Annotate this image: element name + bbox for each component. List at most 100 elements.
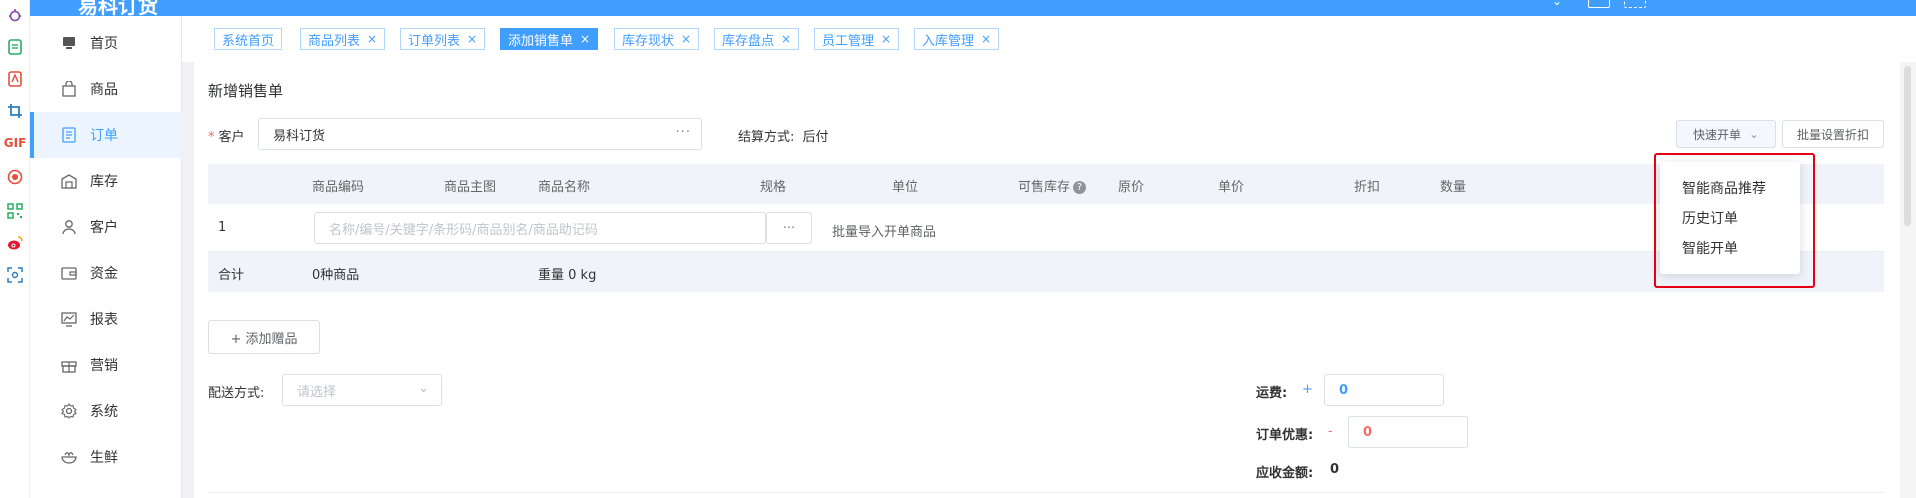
- settlement-value: 后付: [802, 130, 829, 145]
- sales-order-form: 新增销售单 * 客户 易科订货 ··· 结算方式: 后付 快速开单 ⌄ 批量设置折…: [194, 62, 1900, 498]
- sidebar-item-label: 报表: [90, 312, 118, 328]
- col-header: 商品编码: [312, 180, 365, 195]
- tab-stocktaking[interactable]: 库存盘点 ×: [714, 28, 800, 50]
- tab-order-list[interactable]: 订单列表 ×: [400, 28, 486, 50]
- close-icon[interactable]: ×: [681, 32, 691, 46]
- receivable-label: 应收金额:: [1256, 466, 1314, 481]
- delivery-select[interactable]: 请选择 ⌄: [282, 374, 442, 406]
- document-icon[interactable]: [6, 38, 24, 56]
- close-icon[interactable]: ×: [367, 32, 377, 46]
- warehouse-icon: [60, 172, 78, 190]
- dropdown-item-history-orders[interactable]: 历史订单: [1682, 208, 1738, 228]
- goods-search-placeholder: 名称/编号/关键字/条形码/商品别名/商品助记码: [329, 222, 598, 238]
- sidebar-item-funds[interactable]: 资金: [30, 250, 182, 296]
- dropdown-item-smart-order[interactable]: 智能开单: [1682, 238, 1738, 258]
- close-icon[interactable]: ×: [881, 32, 891, 46]
- delivery-placeholder: 请选择: [297, 384, 337, 400]
- tab-goods-list[interactable]: 商品列表 ×: [300, 28, 386, 50]
- sidebar-item-label: 首页: [90, 36, 118, 52]
- fullscreen-icon[interactable]: [1624, 0, 1646, 8]
- customer-label-text: 客户: [218, 130, 245, 145]
- summary-count: 0种商品: [312, 268, 360, 283]
- close-icon[interactable]: ×: [781, 32, 791, 46]
- row-index: 1: [218, 220, 227, 235]
- col-header: 单价: [1218, 180, 1245, 195]
- col-header: 数量: [1440, 180, 1467, 195]
- order-icon: [60, 126, 78, 144]
- vertical-scrollbar[interactable]: [1900, 62, 1916, 498]
- scrollbar-thumb[interactable]: [1904, 66, 1911, 226]
- window-icon[interactable]: [1588, 0, 1610, 8]
- dropdown-item-smart-recommend[interactable]: 智能商品推荐: [1682, 178, 1766, 198]
- tab-staff-management[interactable]: 员工管理 ×: [814, 28, 900, 50]
- page-title: 新增销售单: [208, 82, 284, 100]
- sidebar-item-home[interactable]: 首页: [30, 20, 182, 66]
- close-icon[interactable]: ×: [981, 32, 991, 46]
- tab-inbound-management[interactable]: 入库管理 ×: [914, 28, 1000, 50]
- help-icon[interactable]: ?: [1073, 181, 1087, 194]
- more-icon[interactable]: ···: [676, 125, 691, 140]
- sidebar-item-customers[interactable]: 客户: [30, 204, 182, 250]
- close-icon[interactable]: ×: [580, 32, 590, 46]
- sidebar-item-label: 商品: [90, 82, 118, 98]
- user-icon: [60, 218, 78, 236]
- goods-table-header: 商品编码 商品主图 商品名称 规格 单位 可售库存? 原价 单价 折扣 数量: [208, 164, 1884, 204]
- goods-picker-button[interactable]: ···: [766, 212, 812, 244]
- gear-icon: [60, 402, 78, 420]
- col-header-label: 可售库存: [1018, 180, 1071, 195]
- sidebar-item-orders[interactable]: 订单: [30, 112, 182, 158]
- col-header: 商品主图: [444, 180, 497, 195]
- freight-label: 运费:: [1256, 386, 1288, 401]
- col-header: 原价: [1118, 180, 1145, 195]
- qrcode-icon[interactable]: [6, 202, 24, 220]
- sidebar-item-inventory[interactable]: 库存: [30, 158, 182, 204]
- freight-input[interactable]: 0: [1324, 374, 1444, 406]
- tab-label: 库存盘点: [722, 33, 775, 49]
- sidebar-item-system[interactable]: 系统: [30, 388, 182, 434]
- tab-add-sales-order[interactable]: 添加销售单 ×: [500, 28, 599, 50]
- quick-order-button[interactable]: 快速开单 ⌄: [1676, 120, 1776, 148]
- close-icon[interactable]: ×: [467, 32, 477, 46]
- order-discount-label: 订单优惠:: [1256, 428, 1314, 443]
- sidebar-item-reports[interactable]: 报表: [30, 296, 182, 342]
- delivery-label: 配送方式:: [208, 386, 265, 401]
- tab-inventory-status[interactable]: 库存现状 ×: [614, 28, 700, 50]
- bug-icon[interactable]: [6, 6, 24, 24]
- freight-sign: +: [1302, 382, 1313, 397]
- scan-icon[interactable]: [6, 266, 24, 284]
- sidebar-item-label: 库存: [90, 174, 118, 190]
- col-header: 折扣: [1354, 180, 1381, 195]
- col-header: 规格: [760, 180, 787, 195]
- table-summary-row: 合计 0种商品 重量 0 kg: [208, 252, 1884, 292]
- crop-icon[interactable]: [6, 102, 24, 120]
- goods-search-input[interactable]: 名称/编号/关键字/条形码/商品别名/商品助记码: [314, 212, 766, 244]
- gift-icon: [60, 356, 78, 374]
- batch-discount-button[interactable]: 批量设置折扣: [1782, 120, 1884, 148]
- sidebar-item-label: 生鲜: [90, 450, 118, 466]
- chevron-down-icon[interactable]: ⌄: [1552, 0, 1562, 8]
- settlement-label: 结算方式:: [738, 130, 795, 145]
- sidebar-item-label: 客户: [90, 220, 118, 236]
- shopping-bag-icon: [60, 80, 78, 98]
- record-icon[interactable]: [6, 168, 24, 186]
- receivable-value: 0: [1330, 462, 1340, 477]
- customer-value: 易科订货: [273, 128, 326, 144]
- weibo-icon[interactable]: [6, 234, 24, 252]
- sidebar-item-label: 资金: [90, 266, 118, 282]
- add-gift-button[interactable]: + 添加赠品: [208, 320, 320, 354]
- pdf-icon[interactable]: [6, 70, 24, 88]
- page-tabs: 系统首页 商品列表 × 订单列表 × 添加销售单 × 库存现状 × 库存盘点 ×…: [182, 16, 1916, 62]
- sidebar-item-label: 系统: [90, 404, 118, 420]
- top-header-bar: 易科订货 ⌄: [30, 0, 1916, 18]
- gif-icon[interactable]: GIF: [4, 134, 27, 152]
- order-discount-input[interactable]: 0: [1348, 416, 1468, 448]
- tab-system-home[interactable]: 系统首页: [214, 28, 283, 50]
- sidebar-item-fresh[interactable]: 生鲜: [30, 434, 182, 480]
- sidebar-item-goods[interactable]: 商品: [30, 66, 182, 112]
- sidebar-item-marketing[interactable]: 营销: [30, 342, 182, 388]
- settlement-field: 结算方式: 后付: [738, 126, 829, 145]
- batch-import-link[interactable]: 批量导入开单商品: [832, 221, 936, 240]
- tab-label: 员工管理: [822, 33, 875, 49]
- customer-input[interactable]: 易科订货 ···: [258, 118, 702, 150]
- chevron-down-icon: ⌄: [418, 381, 429, 396]
